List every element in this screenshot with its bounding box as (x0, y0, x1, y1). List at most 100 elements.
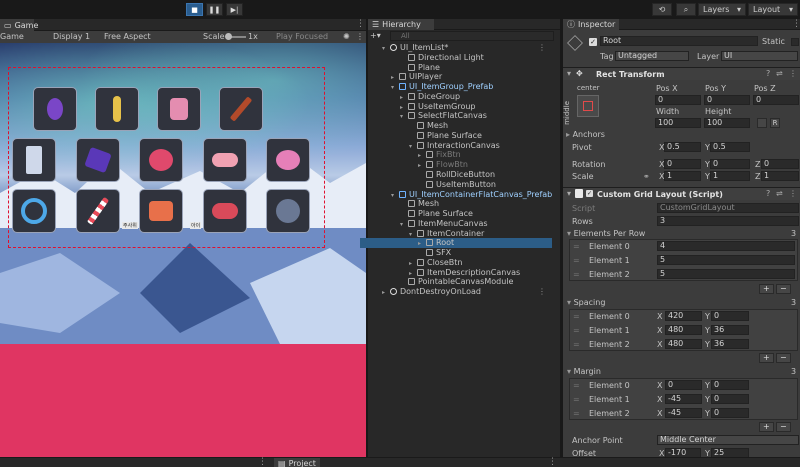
rect-transform-header[interactable]: ▾ ✥ Rect Transform ? ⇌ ⋮ (563, 67, 800, 80)
link-icon[interactable]: ⚭ (643, 172, 650, 181)
rotation-z-field[interactable]: 0 (761, 159, 799, 169)
hierarchy-item[interactable]: ▸ FixBtn (360, 150, 552, 160)
layout-dropdown[interactable]: Layout ▾ (748, 3, 798, 16)
tab-game[interactable]: ▭ Game (0, 19, 38, 31)
hierarchy-item[interactable]: Directional Light (360, 53, 552, 63)
scene-menu-icon[interactable]: ⋮ (538, 43, 546, 53)
hierarchy-item[interactable]: ▸ DiceGroup (360, 92, 552, 102)
scale-z-field[interactable]: 1 (761, 171, 799, 181)
add-element-button[interactable]: + (759, 284, 774, 294)
hierarchy-item[interactable]: ▸ DontDestroyOnLoad ⋮ (360, 287, 552, 297)
hierarchy-item[interactable]: ▸ FlowBtn (360, 160, 552, 170)
remove-element-button[interactable]: − (776, 353, 791, 363)
enabled-checkbox[interactable]: ✓ (586, 190, 593, 197)
pivot-y-field[interactable]: 0.5 (710, 142, 750, 152)
rotation-y-field[interactable]: 0 (710, 159, 750, 169)
tab-inspector[interactable]: ⓘ Inspector (563, 19, 619, 30)
add-element-button[interactable]: + (759, 353, 774, 363)
item-slot[interactable] (139, 189, 183, 233)
blueprint-mode-button[interactable] (757, 118, 767, 128)
game-menu-icon[interactable]: ⋮ (356, 19, 365, 29)
vector-y-field[interactable]: 36 (711, 325, 749, 335)
add-element-button[interactable]: + (759, 422, 774, 432)
settings-icon[interactable]: ⇌ (776, 189, 783, 198)
list-element-field[interactable]: 5 (657, 255, 795, 265)
margin-foldout[interactable]: ▾ Margin (567, 367, 601, 376)
vector-y-field[interactable]: 0 (711, 408, 749, 418)
raw-edit-button[interactable]: R (770, 118, 780, 128)
list-element-field[interactable]: 4 (657, 241, 795, 251)
expand-arrow-icon[interactable]: ▸ (382, 288, 390, 298)
height-field[interactable]: 100 (704, 118, 750, 128)
item-slot[interactable] (266, 138, 310, 182)
hierarchy-item[interactable]: Plane (360, 63, 552, 73)
anchors-row[interactable]: ▸ Anchors (566, 130, 605, 139)
component-menu-icon[interactable]: ⋮ (789, 69, 797, 78)
game-options-icon[interactable]: ⋮ (356, 32, 364, 41)
help-icon[interactable]: ? (766, 69, 770, 78)
layers-dropdown[interactable]: Layers ▾ (698, 3, 746, 16)
vector-x-field[interactable]: 480 (665, 325, 702, 335)
item-slot[interactable] (203, 138, 247, 182)
vector-y-field[interactable]: 0 (711, 311, 749, 321)
drag-handle-icon[interactable]: = (573, 242, 580, 251)
hierarchy-item[interactable]: ▸ Root (360, 238, 552, 249)
hierarchy-item[interactable]: ▸ CloseBtn (360, 258, 552, 268)
panel-menu-icon[interactable]: ⋮ (548, 457, 557, 467)
hierarchy-item[interactable]: ▸ UseItemGroup (360, 102, 552, 112)
item-slot[interactable] (139, 138, 183, 182)
hierarchy-item[interactable]: UseItemButton (360, 180, 552, 190)
component-menu-icon[interactable]: ⋮ (789, 189, 797, 198)
width-field[interactable]: 100 (655, 118, 701, 128)
drag-handle-icon[interactable]: = (573, 312, 580, 321)
object-name-field[interactable]: Root (600, 36, 758, 46)
tag-dropdown[interactable]: Untagged (615, 51, 689, 61)
active-checkbox[interactable]: ✓ (589, 38, 597, 46)
static-checkbox[interactable] (791, 38, 799, 46)
drag-handle-icon[interactable]: = (573, 326, 580, 335)
help-icon[interactable]: ? (766, 189, 770, 198)
tab-project[interactable]: ▤ Project (274, 458, 320, 467)
hierarchy-item[interactable]: Mesh (360, 121, 552, 131)
margin-count[interactable]: 3 (791, 367, 796, 376)
hierarchy-item[interactable]: PointableCanvasModule (360, 277, 552, 287)
item-slot[interactable] (33, 87, 77, 131)
item-slot[interactable] (12, 138, 56, 182)
search-button[interactable]: ⌕ (676, 3, 696, 16)
hierarchy-item[interactable]: ▸ UIPlayer (360, 72, 552, 82)
item-slot[interactable] (157, 87, 201, 131)
item-slot[interactable] (95, 87, 139, 131)
display-dropdown[interactable]: Display 1 (53, 32, 90, 41)
item-slot[interactable] (266, 189, 310, 233)
scale-x-field[interactable]: 1 (664, 171, 701, 181)
elements-per-row-count[interactable]: 3 (791, 229, 796, 238)
hierarchy-item[interactable]: ▾ UI_ItemList* ⋮ (360, 43, 552, 53)
vector-y-field[interactable]: 0 (711, 394, 749, 404)
drag-handle-icon[interactable]: = (573, 340, 580, 349)
play-focused-dropdown[interactable]: Play Focused (276, 32, 328, 41)
hierarchy-item[interactable]: ▾ UI_ItemGroup_Prefab (360, 82, 552, 92)
vector-x-field[interactable]: 0 (665, 380, 702, 390)
item-slot[interactable] (12, 189, 56, 233)
hierarchy-item[interactable]: ▾ SelectFlatCanvas (360, 111, 552, 121)
hierarchy-item[interactable]: ▾ InteractionCanvas (360, 141, 552, 151)
inspector-menu-icon[interactable]: ⋮ (792, 19, 800, 29)
vector-x-field[interactable]: 420 (665, 311, 702, 321)
spacing-count[interactable]: 3 (791, 298, 796, 307)
hierarchy-item[interactable]: ▾ ItemContainer (360, 229, 552, 239)
add-object-button[interactable]: +▾ (370, 31, 382, 41)
pos-z-field[interactable]: 0 (753, 95, 799, 105)
pivot-x-field[interactable]: 0.5 (664, 142, 701, 152)
vector-y-field[interactable]: 0 (711, 380, 749, 390)
pos-x-field[interactable]: 0 (655, 95, 701, 105)
item-slot[interactable] (219, 87, 263, 131)
hierarchy-item[interactable]: ▸ ItemDescriptionCanvas (360, 268, 552, 278)
game-mode-dropdown[interactable]: Game (0, 32, 24, 41)
hierarchy-item[interactable]: Mesh (360, 199, 552, 209)
vector-y-field[interactable]: 36 (711, 339, 749, 349)
hierarchy-item[interactable]: ▾ UI_ItemContainerFlatCanvas_Prefab (360, 190, 552, 200)
drag-handle-icon[interactable]: = (573, 409, 580, 418)
tab-hierarchy[interactable]: ☰ Hierarchy (368, 19, 434, 30)
drag-handle-icon[interactable]: = (573, 256, 580, 265)
drag-handle-icon[interactable]: = (573, 395, 580, 404)
